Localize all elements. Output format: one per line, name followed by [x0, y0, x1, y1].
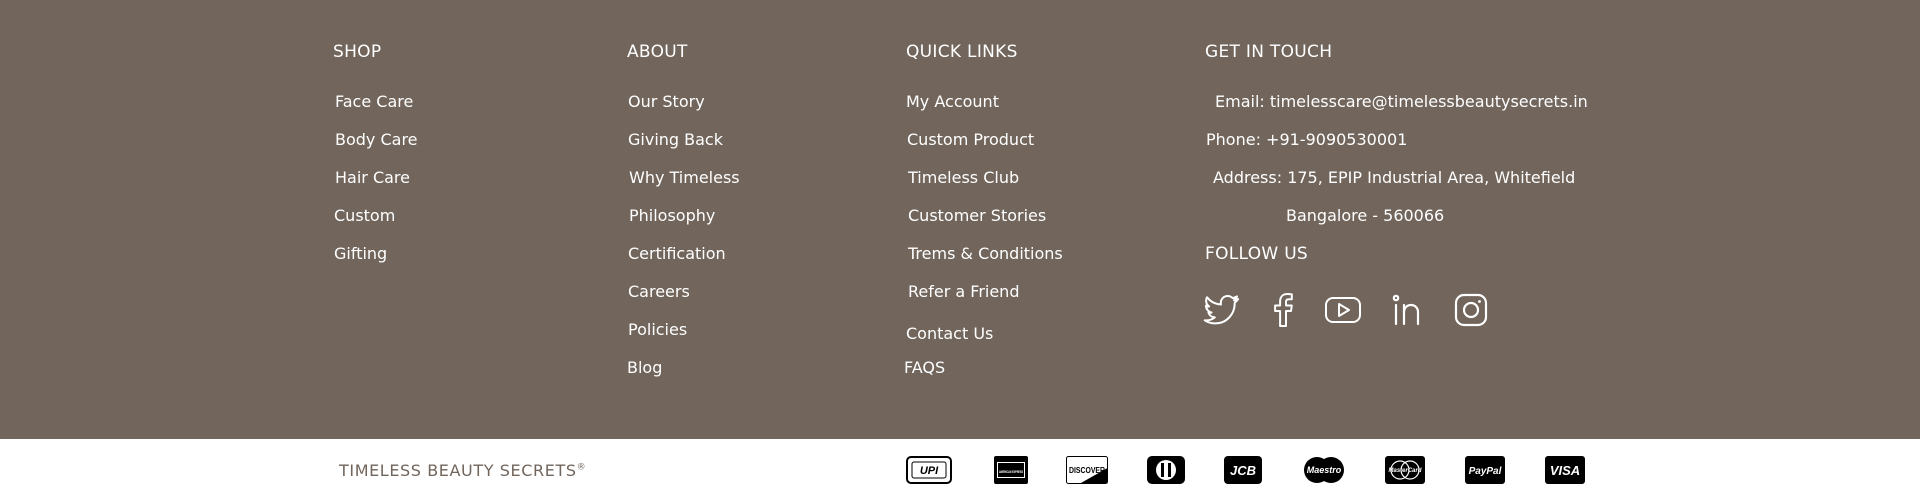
maestro-label: Maestro [1307, 465, 1342, 475]
about-link-why-timeless[interactable]: Why Timeless [629, 168, 740, 187]
about-link-philosophy[interactable]: Philosophy [629, 206, 715, 225]
diners-club-icon [1147, 456, 1185, 484]
linkedin-icon[interactable] [1387, 290, 1427, 330]
brand-text: TIMELESS BEAUTY SECRETS [339, 461, 577, 480]
upi-label: UPI [920, 465, 939, 477]
quick-link-refer-a-friend[interactable]: Refer a Friend [908, 282, 1019, 301]
twitter-icon[interactable] [1203, 290, 1243, 330]
about-link-blog[interactable]: Blog [627, 358, 662, 377]
quick-link-faqs[interactable]: FAQS [904, 358, 945, 377]
maestro-icon: Maestro [1301, 456, 1347, 484]
upi-icon: UPI [906, 456, 952, 484]
mastercard-label: MasterCard [1388, 468, 1421, 474]
quick-link-my-account[interactable]: My Account [906, 92, 999, 111]
jcb-icon: JCB [1224, 456, 1262, 484]
contact-phone[interactable]: Phone: +91-9090530001 [1206, 130, 1407, 149]
bottom-bar: TIMELESS BEAUTY SECRETS® UPI AMERICAN EX… [0, 439, 1920, 500]
contact-title: GET IN TOUCH [1205, 42, 1333, 62]
shop-link-body-care[interactable]: Body Care [335, 130, 418, 149]
brand-name[interactable]: TIMELESS BEAUTY SECRETS® [339, 461, 586, 480]
shop-link-face-care[interactable]: Face Care [335, 92, 413, 111]
shop-title: SHOP [333, 42, 382, 62]
paypal-label: PayPal [1469, 466, 1502, 477]
about-link-careers[interactable]: Careers [628, 282, 690, 301]
about-link-giving-back[interactable]: Giving Back [628, 130, 723, 149]
facebook-icon[interactable] [1264, 290, 1304, 330]
shop-link-gifting[interactable]: Gifting [334, 244, 387, 263]
about-link-policies[interactable]: Policies [628, 320, 687, 339]
amex-label: AMERICAN EXPRESS [999, 469, 1023, 474]
quick-link-contact-us[interactable]: Contact Us [906, 324, 993, 343]
youtube-icon[interactable] [1323, 290, 1363, 330]
about-link-our-story[interactable]: Our Story [628, 92, 705, 111]
about-title: ABOUT [627, 42, 688, 62]
discover-label: DISCOVER [1069, 466, 1105, 475]
visa-label: VISA [1550, 463, 1580, 478]
quick-link-customer-stories[interactable]: Customer Stories [908, 206, 1046, 225]
jcb-label: JCB [1230, 463, 1256, 478]
shop-link-custom[interactable]: Custom [334, 206, 395, 225]
mastercard-icon: MasterCard [1385, 456, 1425, 484]
paypal-icon: PayPal [1465, 456, 1505, 484]
follow-us-title: FOLLOW US [1205, 244, 1309, 264]
shop-link-hair-care[interactable]: Hair Care [335, 168, 410, 187]
amex-icon: AMERICAN EXPRESS [994, 456, 1028, 484]
site-footer: SHOP Face Care Body Care Hair Care Custo… [0, 0, 1920, 439]
contact-address-line2: Bangalore - 560066 [1286, 206, 1445, 225]
quick-link-terms-conditions[interactable]: Trems & Conditions [908, 244, 1063, 263]
about-link-certification[interactable]: Certification [628, 244, 726, 263]
quick-links-title: QUICK LINKS [906, 42, 1018, 62]
quick-link-timeless-club[interactable]: Timeless Club [908, 168, 1019, 187]
registered-mark: ® [576, 462, 587, 473]
contact-email[interactable]: Email: timelesscare@timelessbeautysecret… [1215, 92, 1588, 111]
visa-icon: VISA [1545, 456, 1585, 484]
discover-icon: DISCOVER [1066, 456, 1108, 484]
instagram-icon[interactable] [1451, 290, 1491, 330]
quick-link-custom-product[interactable]: Custom Product [907, 130, 1034, 149]
contact-address-line1: Address: 175, EPIP Industrial Area, Whit… [1213, 168, 1576, 187]
